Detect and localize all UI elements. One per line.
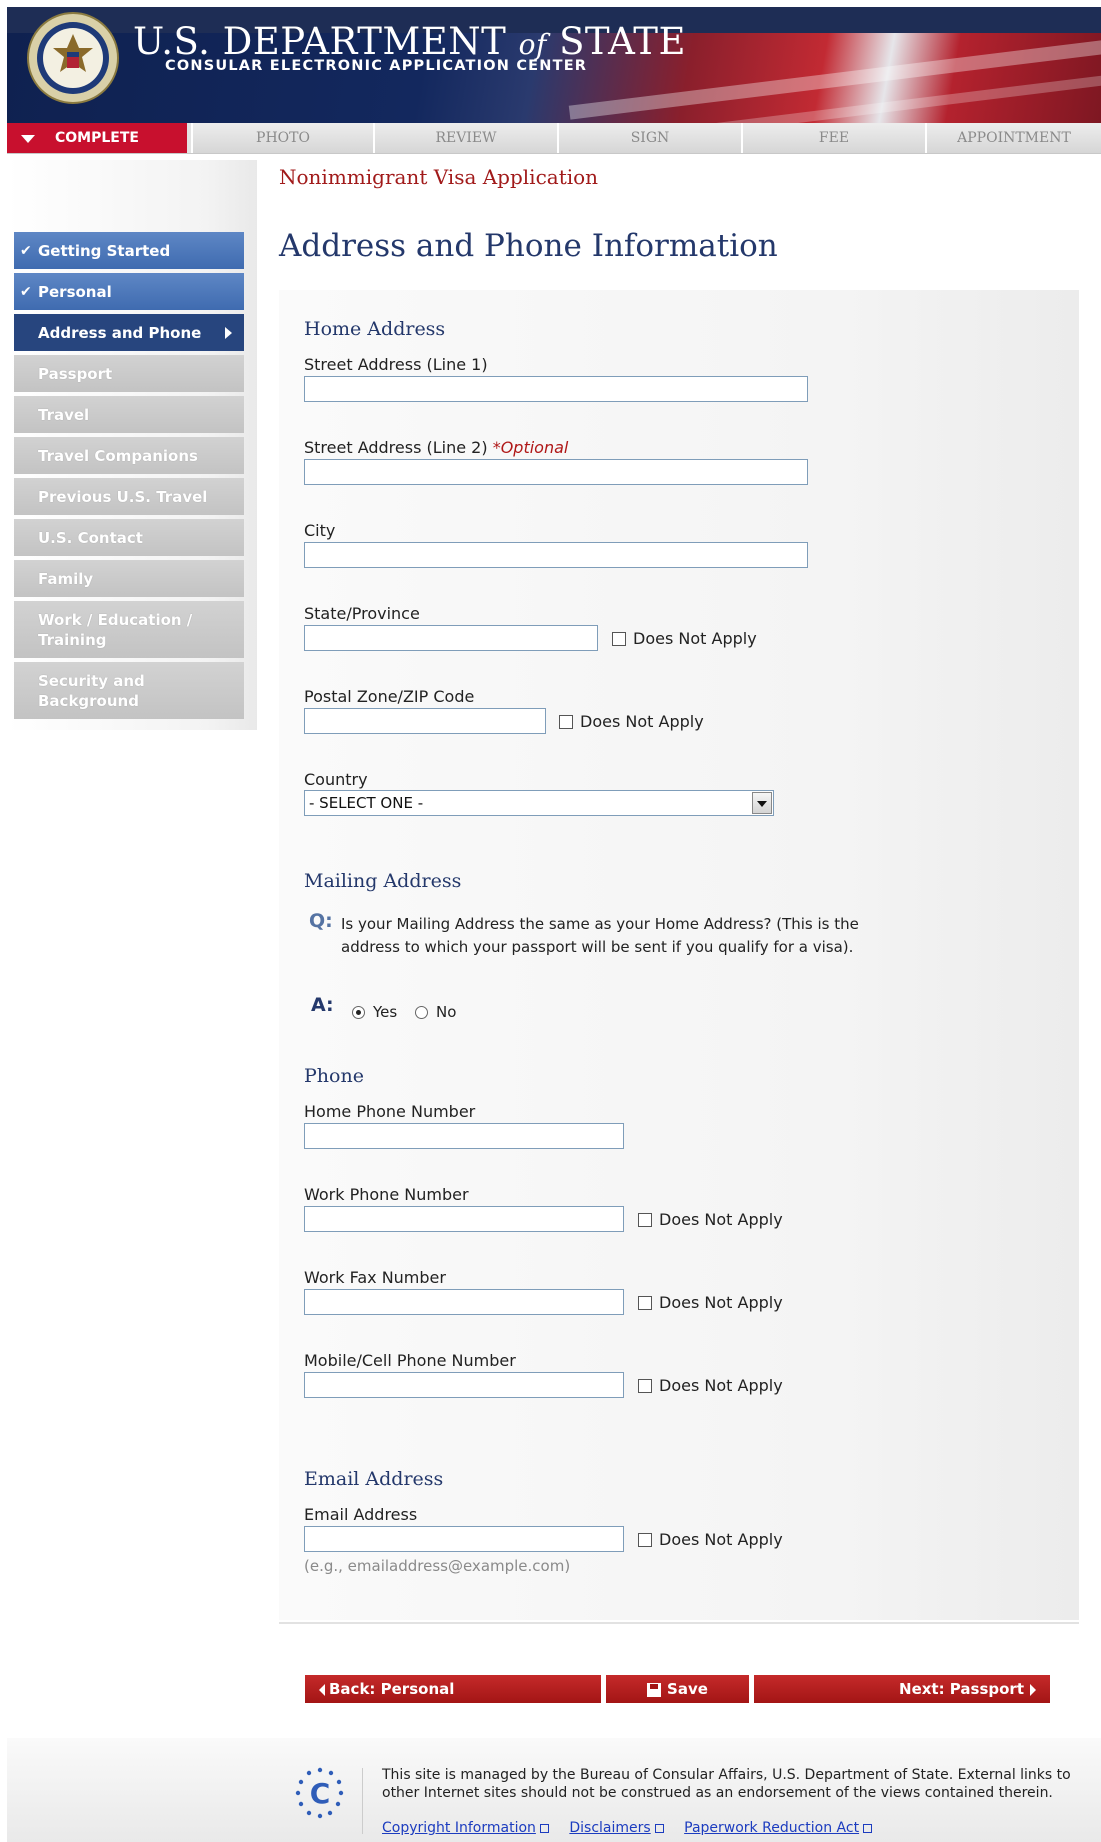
country-select-value: - SELECT ONE - <box>309 794 424 812</box>
mailing-same-no-radio[interactable] <box>415 1006 428 1019</box>
check-icon: ✔ <box>20 283 32 300</box>
work-phone-does-not-apply-checkbox[interactable] <box>638 1213 652 1227</box>
form-divider <box>279 1622 1079 1624</box>
state-does-not-apply-checkbox[interactable] <box>612 632 626 646</box>
tab-complete[interactable]: COMPLETE <box>7 123 187 153</box>
tab-photo[interactable]: PHOTO <box>191 123 373 153</box>
copyright-information-link[interactable]: Copyright Information <box>382 1820 549 1836</box>
work-phone-does-not-apply-label: Does Not Apply <box>659 1210 783 1229</box>
country-label: Country <box>304 770 368 789</box>
sidebar-item-family[interactable]: Family <box>14 560 244 597</box>
back-button[interactable]: Back: Personal <box>305 1675 601 1703</box>
email-does-not-apply-label: Does Not Apply <box>659 1530 783 1549</box>
mobile-phone-does-not-apply-checkbox[interactable] <box>638 1379 652 1393</box>
postal-does-not-apply-label: Does Not Apply <box>580 712 704 731</box>
section-heading-home-address: Home Address <box>304 318 446 340</box>
section-heading-phone: Phone <box>304 1065 364 1087</box>
application-title: Nonimmigrant Visa Application <box>279 165 599 189</box>
consular-affairs-logo-icon: C <box>295 1767 344 1819</box>
disclaimers-link[interactable]: Disclaimers <box>569 1820 664 1836</box>
mobile-phone-does-not-apply-label: Does Not Apply <box>659 1376 783 1395</box>
mailing-same-no-label: No <box>436 1003 457 1021</box>
sidebar-item-security-and-background[interactable]: Security and Background <box>14 662 244 719</box>
mailing-same-yes-radio[interactable] <box>352 1006 365 1019</box>
section-heading-mailing-address: Mailing Address <box>304 870 462 892</box>
state-label: State/Province <box>304 604 420 623</box>
work-fax-does-not-apply-label: Does Not Apply <box>659 1293 783 1312</box>
street2-input[interactable] <box>304 459 808 485</box>
sidebar-item-us-contact[interactable]: U.S. Contact <box>14 519 244 556</box>
work-phone-label: Work Phone Number <box>304 1185 469 1204</box>
mobile-phone-label: Mobile/Cell Phone Number <box>304 1351 516 1370</box>
state-input[interactable] <box>304 625 598 651</box>
external-link-icon <box>863 1823 873 1833</box>
email-input[interactable] <box>304 1526 624 1552</box>
mailing-question-text: Is your Mailing Address the same as your… <box>341 915 859 956</box>
postal-does-not-apply-checkbox[interactable] <box>559 715 573 729</box>
postal-input[interactable] <box>304 708 546 734</box>
work-fax-label: Work Fax Number <box>304 1268 446 1287</box>
sidebar-item-passport[interactable]: Passport <box>14 355 244 392</box>
email-label: Email Address <box>304 1505 418 1524</box>
site-title: U.S. DEPARTMENT of STATE <box>133 20 686 63</box>
work-fax-input[interactable] <box>304 1289 624 1315</box>
sidebar-item-personal[interactable]: ✔ Personal <box>14 273 244 310</box>
home-phone-label: Home Phone Number <box>304 1102 476 1121</box>
state-seal-icon <box>27 12 119 104</box>
arrow-right-icon <box>225 326 232 339</box>
tab-sign[interactable]: SIGN <box>557 123 741 153</box>
state-does-not-apply-label: Does Not Apply <box>633 629 757 648</box>
street1-input[interactable] <box>304 376 808 402</box>
external-link-icon <box>654 1823 664 1833</box>
city-input[interactable] <box>304 542 808 568</box>
footer-separator <box>362 1768 363 1834</box>
postal-label: Postal Zone/ZIP Code <box>304 687 475 706</box>
check-icon: ✔ <box>20 242 32 259</box>
street2-label: Street Address (Line 2) *Optional <box>304 438 569 457</box>
city-label: City <box>304 521 336 540</box>
sidebar-item-previous-us-travel[interactable]: Previous U.S. Travel <box>14 478 244 515</box>
sidebar-item-work-education-training[interactable]: Work / Education / Training <box>14 601 244 658</box>
svg-text:C: C <box>310 1777 331 1810</box>
sidebar-item-travel[interactable]: Travel <box>14 396 244 433</box>
arrow-left-icon <box>319 1683 325 1696</box>
sidebar-item-travel-companions[interactable]: Travel Companions <box>14 437 244 474</box>
mobile-phone-input[interactable] <box>304 1372 624 1398</box>
footer-links: Copyright Information Disclaimers Paperw… <box>382 1820 888 1836</box>
tab-appointment[interactable]: APPOINTMENT <box>925 123 1101 153</box>
paperwork-reduction-act-link[interactable]: Paperwork Reduction Act <box>684 1820 873 1836</box>
floppy-disk-icon <box>647 1682 662 1697</box>
country-select[interactable]: - SELECT ONE - <box>304 790 774 816</box>
sidebar-item-address-and-phone[interactable]: Address and Phone <box>14 314 244 351</box>
home-phone-input[interactable] <box>304 1123 624 1149</box>
work-phone-input[interactable] <box>304 1206 624 1232</box>
email-example-hint: (e.g., emailaddress@example.com) <box>304 1557 571 1575</box>
email-does-not-apply-checkbox[interactable] <box>638 1533 652 1547</box>
question-marker: Q: <box>309 910 333 932</box>
next-button[interactable]: Next: Passport <box>754 1675 1050 1703</box>
caret-down-icon <box>21 135 35 143</box>
footer-disclaimer-text: This site is managed by the Bureau of Co… <box>382 1767 1071 1801</box>
answer-marker: A: <box>311 994 334 1016</box>
progress-tabs: COMPLETE PHOTO REVIEW SIGN FEE APPOINTME… <box>7 123 1101 154</box>
tab-fee[interactable]: FEE <box>741 123 925 153</box>
save-button[interactable]: Save <box>606 1675 749 1703</box>
external-link-icon <box>539 1823 549 1833</box>
work-fax-does-not-apply-checkbox[interactable] <box>638 1296 652 1310</box>
tab-review[interactable]: REVIEW <box>373 123 557 153</box>
section-heading-email-address: Email Address <box>304 1468 444 1490</box>
site-subtitle: CONSULAR ELECTRONIC APPLICATION CENTER <box>165 58 588 74</box>
mailing-same-yes-label: Yes <box>373 1003 398 1021</box>
street1-label: Street Address (Line 1) <box>304 355 488 374</box>
sidebar-item-getting-started[interactable]: ✔ Getting Started <box>14 232 244 269</box>
arrow-right-icon <box>1030 1683 1036 1696</box>
dropdown-arrow-icon <box>752 792 772 814</box>
page-title: Address and Phone Information <box>279 228 778 264</box>
